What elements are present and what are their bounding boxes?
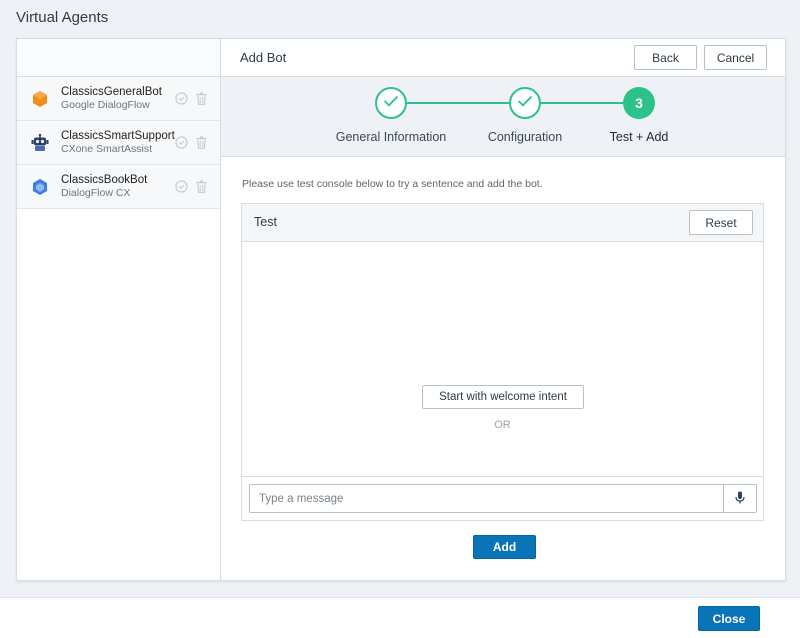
- trash-icon[interactable]: [194, 135, 208, 149]
- check-circle-icon[interactable]: [174, 91, 188, 105]
- step-2-complete: [509, 87, 541, 119]
- step-label: Test + Add: [609, 130, 669, 144]
- start-welcome-intent-button[interactable]: Start with welcome intent: [422, 385, 584, 409]
- hexagon-orange-icon: [31, 89, 49, 109]
- check-circle-icon[interactable]: [174, 135, 188, 149]
- add-button[interactable]: Add: [473, 535, 536, 559]
- wizard-stepper: 3 General Information Configuration Test…: [221, 77, 785, 157]
- or-divider: OR: [494, 419, 511, 431]
- main-header: Add Bot Back Cancel: [221, 39, 785, 77]
- robot-icon: [31, 133, 49, 153]
- close-button[interactable]: Close: [698, 606, 760, 631]
- step-3-active: 3: [623, 87, 655, 119]
- test-console: Test Reset Start with welcome intent OR: [241, 203, 764, 521]
- trash-icon[interactable]: [194, 179, 208, 193]
- reset-button[interactable]: Reset: [689, 210, 753, 235]
- step-1-complete: [375, 87, 407, 119]
- microphone-button[interactable]: [723, 484, 757, 513]
- message-input-row: [242, 476, 763, 520]
- bot-list-item[interactable]: ClassicsGeneralBot Google DialogFlow: [17, 77, 220, 121]
- test-console-header: Test Reset: [242, 204, 763, 242]
- bot-list-sidebar: ClassicsGeneralBot Google DialogFlow Cla…: [17, 39, 221, 580]
- sidebar-header: [17, 39, 220, 77]
- check-circle-icon[interactable]: [174, 179, 188, 193]
- microphone-icon: [735, 491, 745, 507]
- test-console-title: Test: [254, 215, 277, 229]
- message-input[interactable]: [249, 484, 724, 513]
- add-bot-panel: ClassicsGeneralBot Google DialogFlow Cla…: [16, 38, 786, 581]
- page-title: Add Bot: [240, 50, 287, 65]
- cube-blue-icon: [31, 177, 49, 197]
- app-title: Virtual Agents: [16, 9, 109, 26]
- step-label: General Information: [335, 130, 447, 144]
- check-icon: [517, 94, 533, 112]
- main-content: Add Bot Back Cancel 3 General Informatio…: [221, 39, 785, 580]
- bot-list-item[interactable]: ClassicsSmartSupport CXone SmartAssist: [17, 121, 220, 165]
- trash-icon[interactable]: [194, 91, 208, 105]
- step-connector: [407, 102, 509, 104]
- back-button[interactable]: Back: [634, 45, 697, 70]
- cancel-button[interactable]: Cancel: [704, 45, 767, 70]
- footer-bar: Close: [0, 597, 800, 638]
- check-icon: [383, 94, 399, 112]
- instructions-text: Please use test console below to try a s…: [242, 178, 543, 190]
- bot-list-item[interactable]: ClassicsBookBot DialogFlow CX: [17, 165, 220, 209]
